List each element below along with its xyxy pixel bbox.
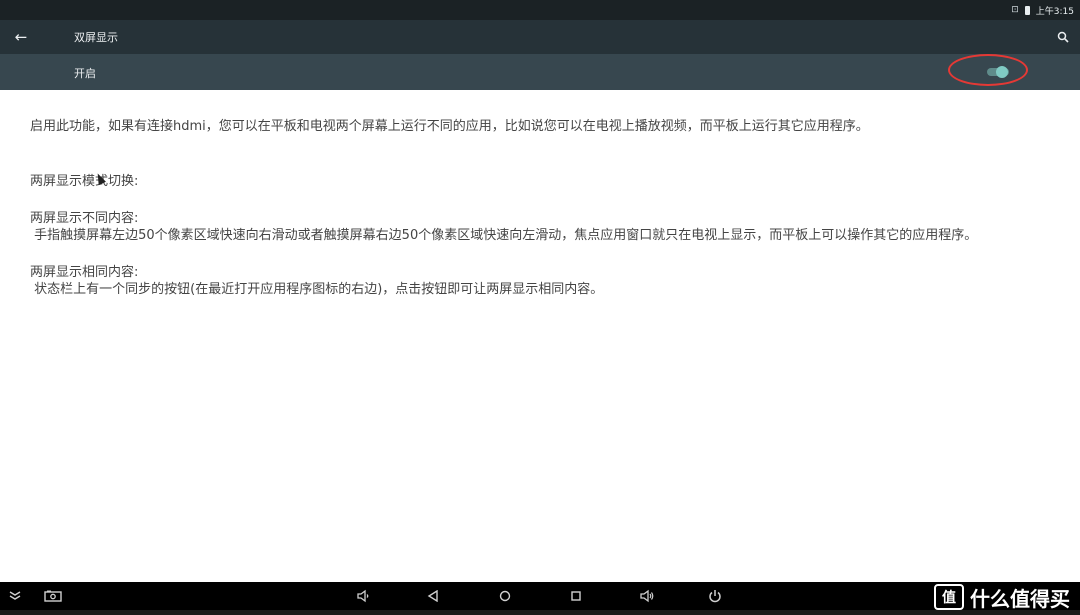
arrow-left-icon: ← bbox=[14, 28, 28, 46]
back-nav-button[interactable] bbox=[422, 585, 444, 607]
recents-button[interactable] bbox=[565, 585, 587, 607]
watermark-logo-icon: 值 bbox=[934, 584, 964, 610]
volume-up-icon bbox=[640, 589, 654, 603]
app-bar: ← 双屏显示 bbox=[0, 20, 1080, 54]
home-icon bbox=[499, 590, 511, 602]
recents-icon bbox=[571, 591, 581, 601]
toggle-thumb bbox=[996, 66, 1008, 78]
search-icon bbox=[1057, 31, 1069, 43]
different-heading: 两屏显示不同内容: bbox=[30, 211, 139, 226]
volume-up-button[interactable] bbox=[636, 585, 658, 607]
volume-down-icon bbox=[357, 589, 369, 603]
power-icon bbox=[709, 590, 721, 603]
intro-text: 启用此功能，如果有连接hdmi，您可以在平板和电视两个屏幕上运行不同的应用，比如… bbox=[30, 119, 869, 134]
volume-down-button[interactable] bbox=[352, 585, 374, 607]
nav-bar bbox=[0, 582, 1080, 610]
status-right: ⊡ 上午3:15 bbox=[1011, 0, 1074, 20]
page-title: 双屏显示 bbox=[74, 31, 118, 44]
power-button[interactable] bbox=[704, 585, 726, 607]
status-time: 上午3:15 bbox=[1035, 6, 1074, 17]
watermark: 值 什么值得买 bbox=[934, 584, 1070, 611]
master-switch-bar[interactable]: 开启 bbox=[0, 54, 1080, 90]
home-button[interactable] bbox=[494, 585, 516, 607]
same-body: 状态栏上有一个同步的按钮(在最近打开应用程序图标的右边)，点击按钮即可让两屏显示… bbox=[30, 282, 604, 297]
collapse-icon bbox=[9, 591, 21, 600]
back-icon bbox=[427, 590, 438, 602]
screenshot-button[interactable] bbox=[42, 585, 64, 607]
screenshot-icon bbox=[44, 590, 62, 602]
notification-icon: ⊡ bbox=[1011, 5, 1019, 15]
switch-label: 开启 bbox=[74, 67, 96, 80]
back-button[interactable]: ← bbox=[10, 26, 32, 48]
search-button[interactable] bbox=[1052, 26, 1074, 48]
collapse-button[interactable] bbox=[4, 585, 26, 607]
battery-icon bbox=[1024, 5, 1030, 15]
description-content: 启用此功能，如果有连接hdmi，您可以在平板和电视两个屏幕上运行不同的应用，比如… bbox=[30, 118, 1060, 298]
same-heading: 两屏显示相同内容: bbox=[30, 265, 139, 280]
status-bar: ⊡ 上午3:15 bbox=[0, 0, 1080, 20]
different-body: 手指触摸屏幕左边50个像素区域快速向右滑动或者触摸屏幕右边50个像素区域快速向左… bbox=[30, 228, 978, 243]
bottom-strip bbox=[0, 610, 1080, 615]
dual-screen-toggle[interactable] bbox=[984, 64, 1014, 80]
watermark-text: 什么值得买 bbox=[970, 586, 1070, 611]
mode-heading: 两屏显示模式切换: bbox=[30, 174, 139, 189]
